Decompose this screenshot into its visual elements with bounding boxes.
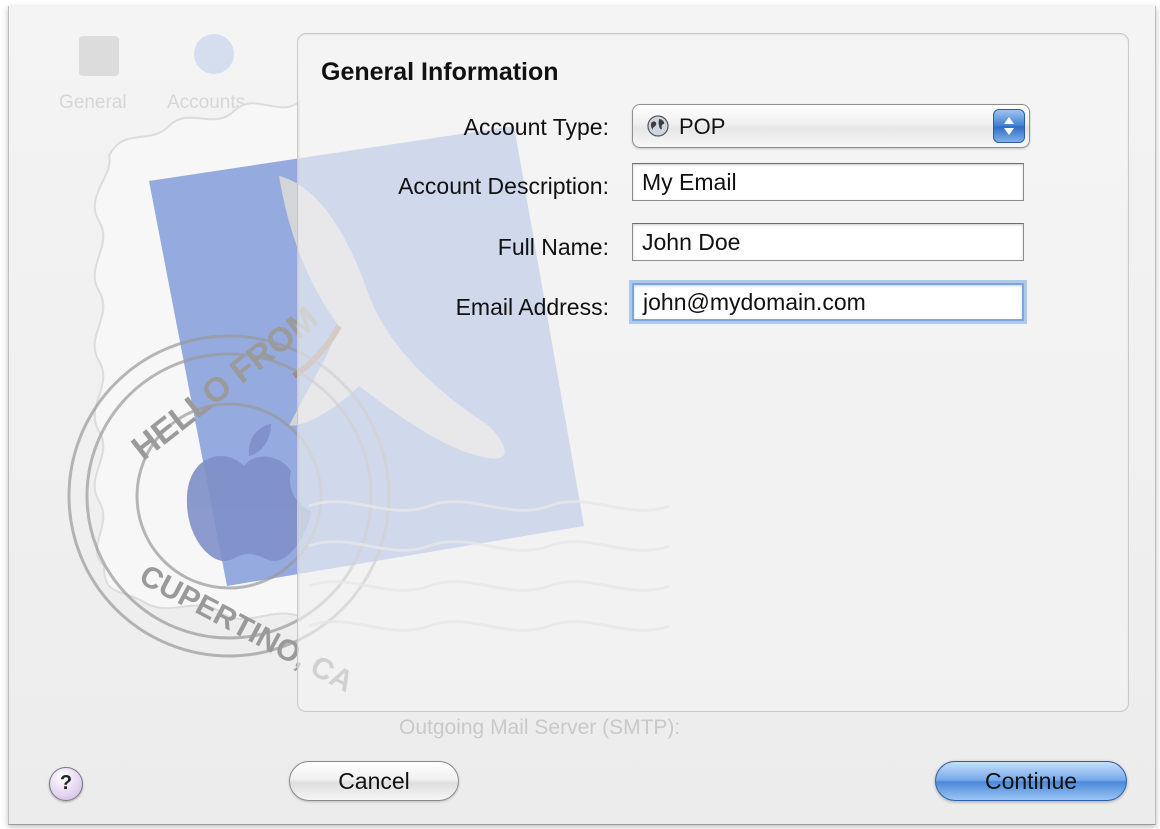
account-setup-sheet: General Accounts HELLO FROM CUPERTINO, C… bbox=[8, 6, 1156, 825]
continue-button[interactable]: Continue bbox=[935, 761, 1127, 801]
cancel-button[interactable]: Cancel bbox=[289, 761, 459, 801]
full-name-field[interactable]: John Doe bbox=[632, 223, 1024, 261]
section-title: General Information bbox=[321, 58, 559, 86]
ghost-tab-general: General bbox=[59, 92, 127, 113]
background-smtp-label: Outgoing Mail Server (SMTP): bbox=[399, 716, 681, 739]
account-description-label: Account Description: bbox=[398, 173, 609, 199]
account-type-value: POP bbox=[679, 114, 726, 139]
globe-icon bbox=[647, 115, 669, 137]
account-type-popup[interactable]: POP bbox=[632, 104, 1030, 148]
help-button[interactable]: ? bbox=[49, 767, 83, 801]
popup-arrows-icon bbox=[993, 109, 1025, 143]
ghost-tab-accounts: Accounts bbox=[167, 92, 245, 113]
email-address-label: Email Address: bbox=[455, 294, 609, 320]
account-type-label: Account Type: bbox=[463, 114, 609, 140]
email-address-field[interactable]: john@mydomain.com bbox=[632, 283, 1024, 321]
full-name-label: Full Name: bbox=[497, 234, 609, 260]
account-description-field[interactable]: My Email bbox=[632, 163, 1024, 201]
background-toolbar-icons bbox=[79, 34, 234, 76]
